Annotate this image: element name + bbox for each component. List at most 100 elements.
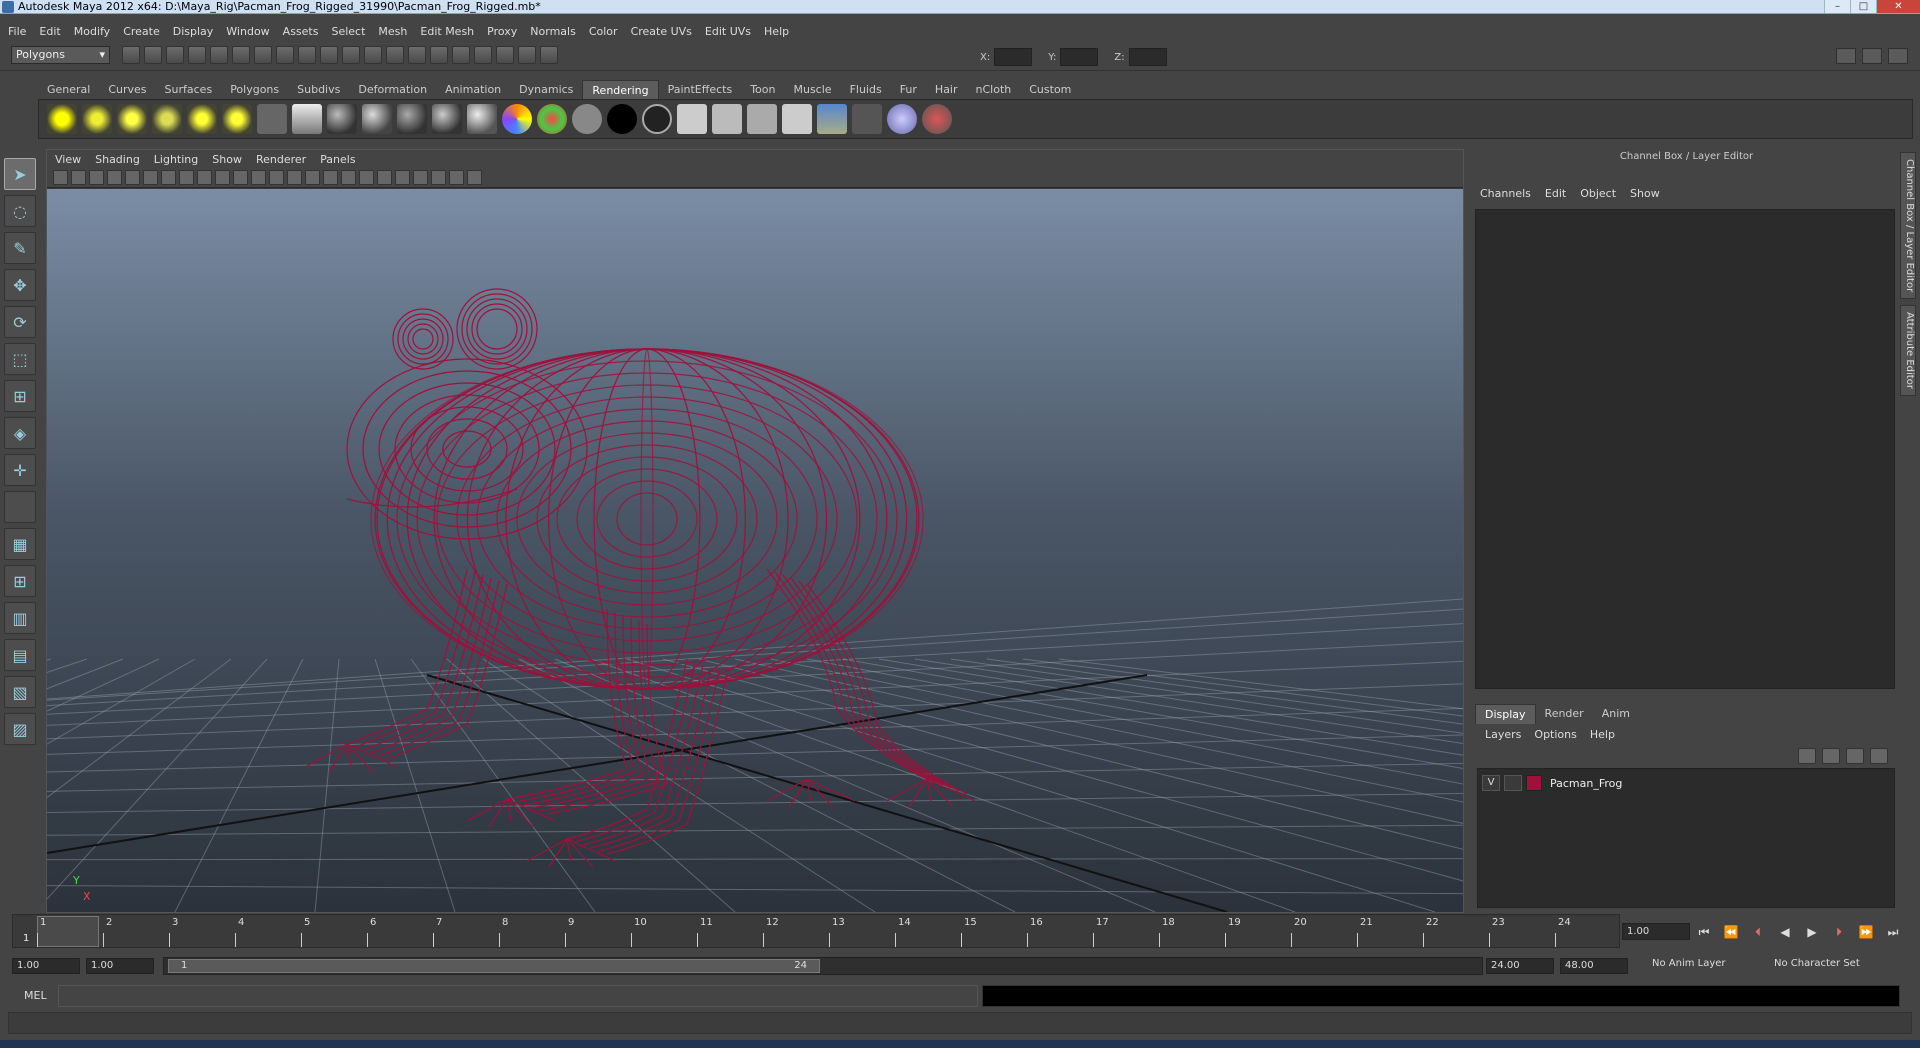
perspective-graph-hypergraph-layout-icon[interactable]: ▨ [4,713,36,745]
shelf-tab-fluids[interactable]: Fluids [841,80,891,99]
lambert-icon[interactable] [362,104,392,134]
panel-menu-lighting[interactable]: Lighting [154,153,198,166]
select-object-icon[interactable] [210,46,228,64]
perspective-viewport[interactable]: Y X [47,189,1463,912]
layered-shader-icon[interactable] [502,104,532,134]
play-backwards-icon[interactable]: ◀ [1777,924,1793,940]
construction-history-icon[interactable] [496,46,514,64]
paint-select-tool-icon[interactable]: ✎ [4,232,36,264]
go-to-start-icon[interactable]: ⏮ [1696,924,1712,940]
shelf-tab-rendering[interactable]: Rendering [582,80,659,99]
select-tool-icon[interactable]: ➤ [4,158,36,190]
mel-label[interactable]: MEL [24,989,47,1002]
menu-create-uvs[interactable]: Create UVs [631,25,692,38]
backface-culling-icon[interactable] [467,170,482,185]
menu-edit[interactable]: Edit [39,25,60,38]
gate-mask-icon[interactable] [215,170,230,185]
render-settings-icon[interactable] [452,46,470,64]
shelf-tab-deformation[interactable]: Deformation [349,80,436,99]
four-view-layout-icon[interactable]: ⊞ [4,565,36,597]
shelf-tab-ncloth[interactable]: nCloth [967,80,1021,99]
menu-help[interactable]: Help [764,25,789,38]
make-live-icon[interactable] [342,46,360,64]
blinn-icon[interactable] [327,104,357,134]
ocean-shader-icon[interactable] [642,104,672,134]
textured-icon[interactable] [341,170,356,185]
snap-point-icon[interactable] [298,46,316,64]
select-camera-icon[interactable] [53,170,68,185]
time-slider[interactable]: 1 2 3 4 5 6 7 8 9 10 11 12 13 14 15 16 17 18 19 20 21 22 23 24 … [12,914,1620,948]
spot-light-icon[interactable] [152,104,182,134]
camera-attributes-icon[interactable] [71,170,86,185]
xray-joints-icon[interactable] [449,170,464,185]
xray-icon[interactable] [431,170,446,185]
hypershade-shelf-icon[interactable] [817,104,847,134]
paint-brush-icon[interactable] [922,104,952,134]
grid-toggle-icon[interactable] [161,170,176,185]
mental-ray-icon[interactable] [887,104,917,134]
new-layer-selected-icon[interactable] [1870,748,1888,764]
menu-file[interactable]: File [8,25,26,38]
perspective-outliner-layout-icon[interactable]: ▥ [4,602,36,634]
mel-input[interactable] [58,985,978,1007]
ambient-light-icon[interactable] [47,104,77,134]
start-time-field[interactable]: 1.00 [12,958,80,974]
hypershade-layout-icon[interactable]: ▧ [4,676,36,708]
shelf-tab-painteffects[interactable]: PaintEffects [659,80,742,99]
menu-window[interactable]: Window [226,25,269,38]
menu-create[interactable]: Create [123,25,160,38]
menu-display[interactable]: Display [173,25,214,38]
shelf-tab-subdivs[interactable]: Subdivs [288,80,349,99]
phong-icon[interactable] [397,104,427,134]
current-frame-field[interactable]: 1.00 [1622,923,1690,940]
render-frame-icon[interactable] [408,46,426,64]
use-default-light-icon[interactable] [359,170,374,185]
render-diagnostics-icon[interactable] [852,104,882,134]
shelf-tab-animation[interactable]: Animation [436,80,510,99]
phong-e-icon[interactable] [432,104,462,134]
shelf-tab-toon[interactable]: Toon [741,80,784,99]
select-component-icon[interactable] [232,46,250,64]
layer-menu-layers[interactable]: Layers [1485,728,1521,741]
open-scene-icon[interactable] [144,46,162,64]
new-layer-icon[interactable] [1846,748,1864,764]
menu-proxy[interactable]: Proxy [487,25,517,38]
perspective-graph-layout-icon[interactable]: ▤ [4,639,36,671]
minimize-icon[interactable]: – [1824,0,1850,13]
z-field[interactable] [1128,48,1167,66]
last-tool-icon[interactable] [4,491,36,523]
shadows-icon[interactable] [395,170,410,185]
step-back-frame-icon[interactable]: ⏴ [1750,924,1766,940]
use-all-lights-icon[interactable] [377,170,392,185]
channel-box-content[interactable] [1475,209,1895,689]
menu-edit-mesh[interactable]: Edit Mesh [420,25,474,38]
shelf-tab-polygons[interactable]: Polygons [221,80,288,99]
anim-layer-dropdown[interactable]: No Anim Layer [1652,958,1726,969]
range-slider[interactable]: 1 24 [163,957,1483,975]
wireframe-on-shaded-icon[interactable] [323,170,338,185]
snap-grid-icon[interactable] [254,46,272,64]
move-layer-down-icon[interactable] [1822,748,1840,764]
single-perspective-layout-icon[interactable]: ▦ [4,528,36,560]
shelf-tab-hair[interactable]: Hair [926,80,967,99]
shelf-tab-general[interactable]: General [38,80,99,99]
smooth-shade-icon[interactable] [305,170,320,185]
layer-visibility-toggle[interactable]: V [1482,775,1500,791]
x-field[interactable] [994,48,1033,66]
step-back-key-icon[interactable]: ⏪ [1723,924,1739,940]
scale-tool-icon[interactable]: ⬚ [4,343,36,375]
shelf-tab-fur[interactable]: Fur [891,80,926,99]
panel-menu-show[interactable]: Show [212,153,242,166]
menu-select[interactable]: Select [331,25,365,38]
cb-menu-channels[interactable]: Channels [1480,187,1531,200]
range-handle[interactable]: 1 24 [168,959,820,973]
shelf-tab-custom[interactable]: Custom [1020,80,1080,99]
layer-tab-anim[interactable]: Anim [1593,704,1639,724]
panel-menu-view[interactable]: View [55,153,81,166]
shelf-tab-muscle[interactable]: Muscle [784,80,840,99]
side-tab-channel-box[interactable]: Channel Box / Layer Editor [1900,152,1916,300]
menu-normals[interactable]: Normals [530,25,576,38]
tool-settings-toggle-icon[interactable] [1862,48,1882,64]
directional-light-icon[interactable] [82,104,112,134]
cb-menu-edit[interactable]: Edit [1545,187,1566,200]
